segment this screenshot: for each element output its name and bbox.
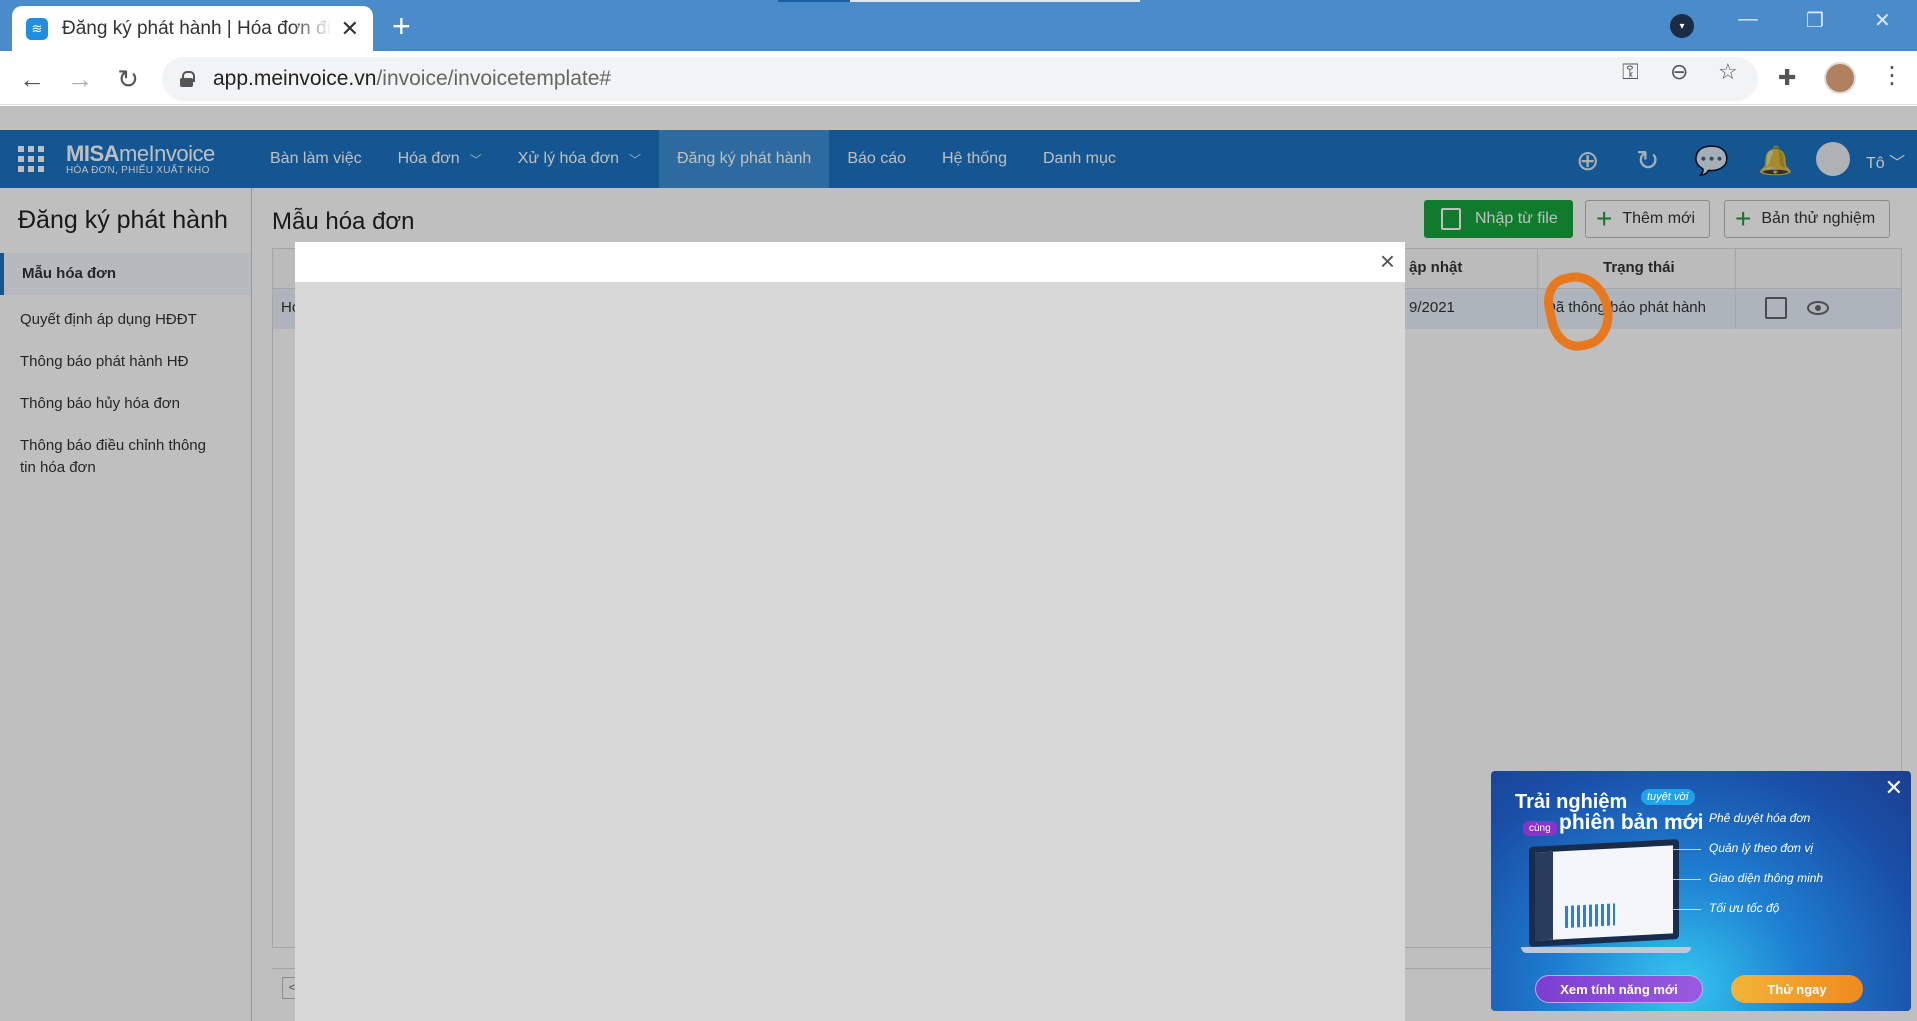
tab-close-icon[interactable]: ✕ bbox=[341, 16, 359, 42]
promo-banner: ✕ Trải nghiệm tuyệt vời cùng phiên bản m… bbox=[1491, 771, 1911, 1011]
promo-close-icon[interactable]: ✕ bbox=[1885, 775, 1903, 801]
promo-subheadline: phiên bản mới bbox=[1559, 811, 1704, 834]
laptop-illustration bbox=[1529, 839, 1679, 947]
laptop-base-illustration bbox=[1521, 947, 1691, 953]
loading-indicator bbox=[778, 0, 850, 2]
browser-toolbar: ← → ↻ app.meinvoice.vn/invoice/invoicete… bbox=[0, 51, 1917, 105]
lock-icon bbox=[180, 71, 195, 87]
try-now-button[interactable]: Thử ngay bbox=[1731, 975, 1863, 1003]
tab-title: Đăng ký phát hành | Hóa đơn điện tử bbox=[62, 17, 332, 39]
promo-feature: Quản lý theo đơn vị bbox=[1669, 841, 1813, 855]
modal-header: × bbox=[295, 242, 1405, 282]
bookmark-star-icon[interactable]: ☆ bbox=[1718, 59, 1738, 85]
tab-search-icon[interactable]: ▾ bbox=[1670, 14, 1694, 38]
address-bar[interactable]: app.meinvoice.vn/invoice/invoicetemplate… bbox=[162, 57, 1758, 101]
key-icon[interactable]: ⚿ bbox=[1622, 59, 1639, 85]
browser-menu-icon[interactable]: ⋮ bbox=[1880, 61, 1904, 90]
browser-tabstrip: ≋ Đăng ký phát hành | Hóa đơn điện tử ✕ … bbox=[0, 0, 1917, 51]
browser-tab[interactable]: ≋ Đăng ký phát hành | Hóa đơn điện tử ✕ bbox=[12, 6, 373, 51]
reload-icon[interactable]: ↻ bbox=[110, 61, 146, 97]
extensions-puzzle-icon[interactable]: ✚ bbox=[1778, 65, 1796, 91]
minimize-icon[interactable]: — bbox=[1738, 8, 1758, 31]
promo-cung-label: cùng bbox=[1523, 821, 1557, 836]
new-tab-plus-icon[interactable]: + bbox=[392, 8, 411, 45]
see-new-features-button[interactable]: Xem tính năng mới bbox=[1535, 975, 1703, 1003]
promo-feature: Phê duyệt hóa đơn bbox=[1668, 811, 1811, 825]
url-text: app.meinvoice.vn/invoice/invoicetemplate… bbox=[213, 67, 612, 90]
promo-feature: Tối ưu tốc độ bbox=[1668, 901, 1780, 915]
forward-arrow-icon[interactable]: → bbox=[62, 61, 98, 97]
promo-feature: Giao diện thông minh bbox=[1668, 871, 1824, 885]
meinvoice-favicon-icon: ≋ bbox=[26, 17, 48, 40]
back-arrow-icon[interactable]: ← bbox=[14, 61, 50, 97]
modal-close-icon[interactable]: × bbox=[1380, 246, 1395, 277]
promo-badge: tuyệt vời bbox=[1641, 789, 1695, 805]
window-close-icon[interactable]: ✕ bbox=[1874, 8, 1891, 33]
restore-icon[interactable]: ❐ bbox=[1806, 8, 1824, 33]
loading-indicator-track bbox=[850, 0, 1140, 2]
zoom-out-icon[interactable]: ⊖ bbox=[1670, 59, 1688, 85]
preview-modal: × bbox=[295, 242, 1405, 1021]
profile-avatar[interactable] bbox=[1824, 62, 1856, 94]
